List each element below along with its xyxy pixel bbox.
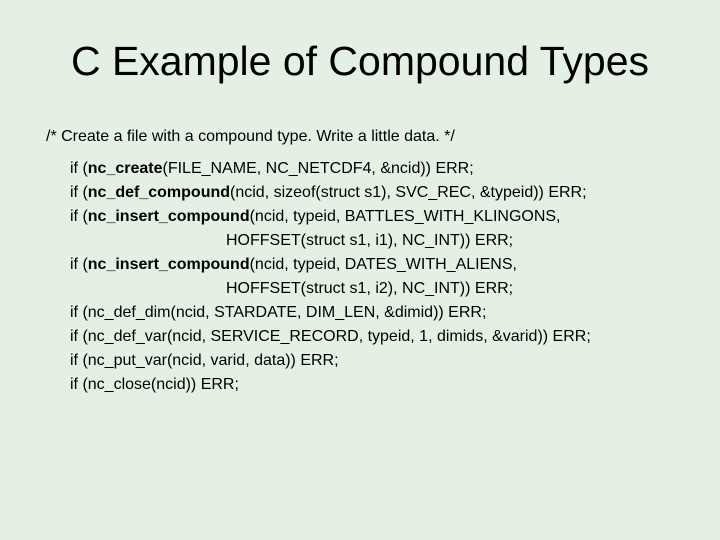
code-text: (ncid, sizeof(struct s1), SVC_REC, &type… [230,184,587,201]
code-line: HOFFSET(struct s1, i1), NC_INT)) ERR; [70,229,680,253]
code-line: if (nc_def_compound(ncid, sizeof(struct … [70,181,680,205]
code-line: if (nc_insert_compound(ncid, typeid, BAT… [70,205,680,229]
code-text: (ncid, typeid, DATES_WITH_ALIENS, [250,256,517,273]
code-line: if (nc_close(ncid)) ERR; [70,373,680,397]
code-text: if ( [70,208,88,225]
code-line: if (nc_insert_compound(ncid, typeid, DAT… [70,253,680,277]
function-name: nc_def_compound [88,184,230,201]
code-text: (FILE_NAME, NC_NETCDF4, &ncid)) ERR; [163,160,474,177]
slide-title: C Example of Compound Types [40,38,680,85]
code-text: if (nc_def_var(ncid, SERVICE_RECORD, typ… [70,328,591,345]
code-text: if (nc_close(ncid)) ERR; [70,376,239,393]
code-text: if ( [70,184,88,201]
code-line: if (nc_def_dim(ncid, STARDATE, DIM_LEN, … [70,301,680,325]
code-text: HOFFSET(struct s1, i1), NC_INT)) ERR; [226,232,513,249]
slide: C Example of Compound Types /* Create a … [0,0,720,540]
code-text: (ncid, typeid, BATTLES_WITH_KLINGONS, [250,208,561,225]
code-text: if ( [70,160,88,177]
code-line: if (nc_def_var(ncid, SERVICE_RECORD, typ… [70,325,680,349]
function-name: nc_create [88,160,163,177]
function-name: nc_insert_compound [88,256,250,273]
function-name: nc_insert_compound [88,208,250,225]
slide-content: /* Create a file with a compound type. W… [40,125,680,397]
code-text: if ( [70,256,88,273]
code-block: if (nc_create(FILE_NAME, NC_NETCDF4, &nc… [46,157,680,397]
code-line: if (nc_put_var(ncid, varid, data)) ERR; [70,349,680,373]
code-text: if (nc_def_dim(ncid, STARDATE, DIM_LEN, … [70,304,486,321]
code-text: HOFFSET(struct s1, i2), NC_INT)) ERR; [226,280,513,297]
code-comment: /* Create a file with a compound type. W… [46,125,680,149]
code-text: if (nc_put_var(ncid, varid, data)) ERR; [70,352,339,369]
code-line: if (nc_create(FILE_NAME, NC_NETCDF4, &nc… [70,157,680,181]
code-line: HOFFSET(struct s1, i2), NC_INT)) ERR; [70,277,680,301]
